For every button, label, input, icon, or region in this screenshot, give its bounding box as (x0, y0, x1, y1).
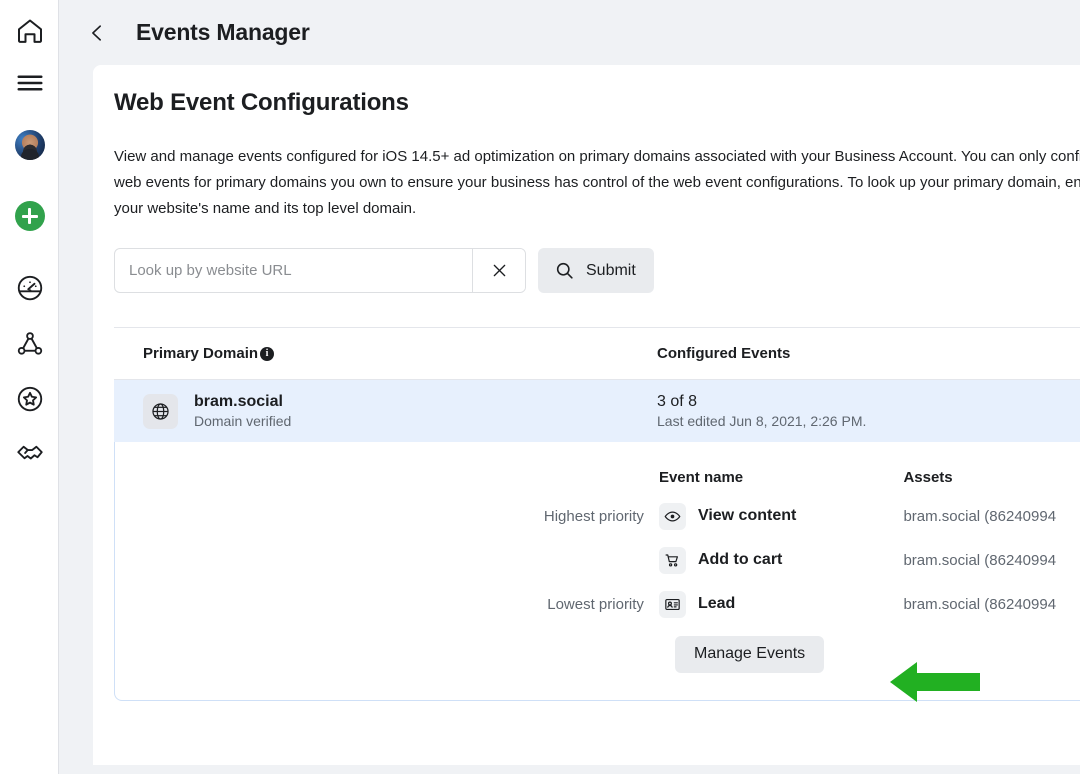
eye-icon-container (659, 503, 686, 530)
domains-table: Primary Domain i Configured Events (114, 327, 1080, 701)
event-name-cell: View content (659, 503, 904, 530)
cart-icon (664, 552, 681, 569)
table-header-row: Primary Domain i Configured Events (114, 328, 1080, 380)
sidebar-item-profile[interactable] (0, 129, 59, 161)
network-icon (15, 329, 45, 359)
search-input[interactable] (115, 249, 472, 292)
cart-icon-container (659, 547, 686, 574)
create-icon (15, 201, 45, 231)
priority-label-lowest: Lowest priority (115, 596, 659, 613)
sidebar-item-partners[interactable] (0, 437, 59, 469)
avatar (15, 130, 45, 160)
domain-status: Domain verified (194, 412, 291, 431)
column-header-assets: Assets (903, 469, 1080, 486)
event-row[interactable]: Add to cart bram.social (86240994 (115, 538, 1080, 582)
event-name-cell: Add to cart (659, 547, 904, 574)
event-asset: bram.social (86240994 (903, 552, 1080, 569)
sidebar-item-home[interactable] (0, 15, 59, 47)
manage-events-button[interactable]: Manage Events (675, 636, 824, 673)
column-header-event-name: Event name (659, 469, 904, 486)
sidebar-item-create[interactable] (0, 200, 59, 232)
domain-name: bram.social (194, 392, 291, 412)
eye-icon (664, 508, 681, 525)
event-row[interactable]: Highest priority View content bram.socia… (115, 494, 1080, 538)
globe-icon (150, 401, 171, 422)
search-field (114, 248, 526, 293)
domain-cell: bram.social Domain verified (143, 392, 657, 431)
priority-label-highest: Highest priority (115, 508, 659, 525)
card-title: Web Event Configurations (114, 89, 1080, 117)
back-button[interactable] (80, 16, 114, 50)
search-icon (554, 260, 575, 281)
sidebar-item-brand[interactable] (0, 383, 59, 415)
search-row: Submit (114, 248, 1080, 293)
column-header-configured-events: Configured Events (657, 345, 790, 362)
content-card: Web Event Configurations View and manage… (93, 65, 1080, 765)
event-detail-panel: Event name Assets Highest priority (114, 442, 1080, 701)
dashboard-icon (15, 273, 45, 303)
submit-button-label: Submit (586, 262, 636, 280)
id-card-icon (664, 596, 681, 613)
left-sidebar (0, 0, 59, 774)
id-card-icon-container (659, 591, 686, 618)
column-header-primary-domain-label: Primary Domain (143, 345, 258, 362)
description-text: View and manage events configured for iO… (114, 144, 1080, 222)
event-row[interactable]: Lowest priority (115, 582, 1080, 626)
domain-info: bram.social Domain verified (194, 392, 291, 431)
event-label: Lead (698, 595, 735, 613)
event-label: View content (698, 507, 796, 525)
column-header-primary-domain: Primary Domain i (143, 345, 657, 362)
sidebar-item-menu[interactable] (0, 67, 59, 99)
app-root: Events Manager Web Event Configurations … (0, 0, 1080, 774)
info-icon[interactable]: i (260, 347, 274, 361)
event-name-cell: Lead (659, 591, 904, 618)
clear-search-button[interactable] (472, 249, 525, 292)
events-cell: 3 of 8 Last edited Jun 8, 2021, 2:26 PM. (657, 392, 866, 431)
globe-icon-container (143, 394, 178, 429)
submit-button[interactable]: Submit (538, 248, 654, 293)
table-row[interactable]: bram.social Domain verified 3 of 8 Last … (114, 380, 1080, 442)
page-title: Events Manager (136, 19, 310, 46)
events-count: 3 of 8 (657, 392, 866, 412)
top-header-bar: Events Manager (59, 0, 1080, 65)
handshake-icon (15, 438, 45, 468)
event-label: Add to cart (698, 551, 782, 569)
detail-header-row: Event name Assets (115, 460, 1080, 494)
sidebar-item-events-manager[interactable] (0, 328, 59, 360)
main-area: Events Manager Web Event Configurations … (59, 0, 1080, 774)
home-icon (15, 16, 45, 46)
star-badge-icon (15, 384, 45, 414)
event-asset: bram.social (86240994 (903, 596, 1080, 613)
manage-events-row: Manage Events (115, 626, 1080, 676)
event-asset: bram.social (86240994 (903, 508, 1080, 525)
chevron-left-icon (86, 22, 108, 44)
events-last-edited: Last edited Jun 8, 2021, 2:26 PM. (657, 412, 866, 431)
close-icon (490, 261, 509, 280)
menu-icon (15, 68, 45, 98)
sidebar-item-dashboard[interactable] (0, 272, 59, 304)
